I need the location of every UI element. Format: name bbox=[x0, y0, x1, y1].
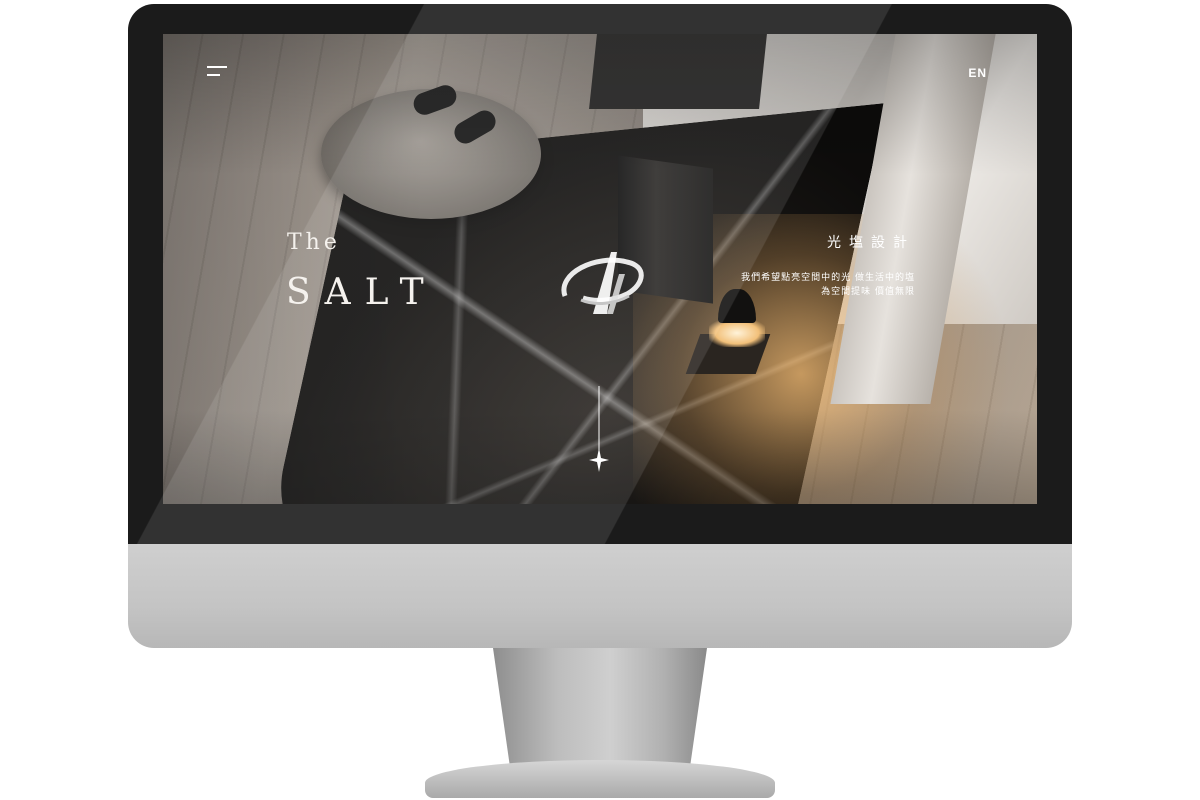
tagline: 我們希望點亮空間中的光 做生活中的塩 為空間提味 價值無限 bbox=[741, 271, 915, 299]
tagline-line-1: 我們希望點亮空間中的光 做生活中的塩 bbox=[741, 273, 915, 283]
brand-name-salt: SALT bbox=[286, 272, 438, 313]
brand-name-the: The bbox=[287, 230, 341, 255]
website-screen: EN The SALT 光塩設計 我們希望點亮空間中的光 做生活中的塩 為空間提… bbox=[163, 34, 1037, 504]
monitor-stand-foot bbox=[425, 760, 775, 798]
menu-icon[interactable] bbox=[207, 66, 227, 78]
language-toggle[interactable]: EN bbox=[968, 66, 987, 80]
menu-icon-bar bbox=[207, 66, 227, 68]
monitor-chin bbox=[128, 544, 1072, 648]
monitor-stand-neck bbox=[493, 648, 707, 768]
title-chinese: 光塩設計 bbox=[827, 235, 915, 251]
menu-icon-bar bbox=[207, 74, 220, 76]
monitor-mockup: EN The SALT 光塩設計 我們希望點亮空間中的光 做生活中的塩 為空間提… bbox=[0, 0, 1200, 800]
tagline-line-2: 為空間提味 價值無限 bbox=[821, 287, 915, 297]
salt-monogram-logo-icon bbox=[561, 252, 644, 314]
sparkle-scroll-icon[interactable] bbox=[589, 386, 609, 472]
